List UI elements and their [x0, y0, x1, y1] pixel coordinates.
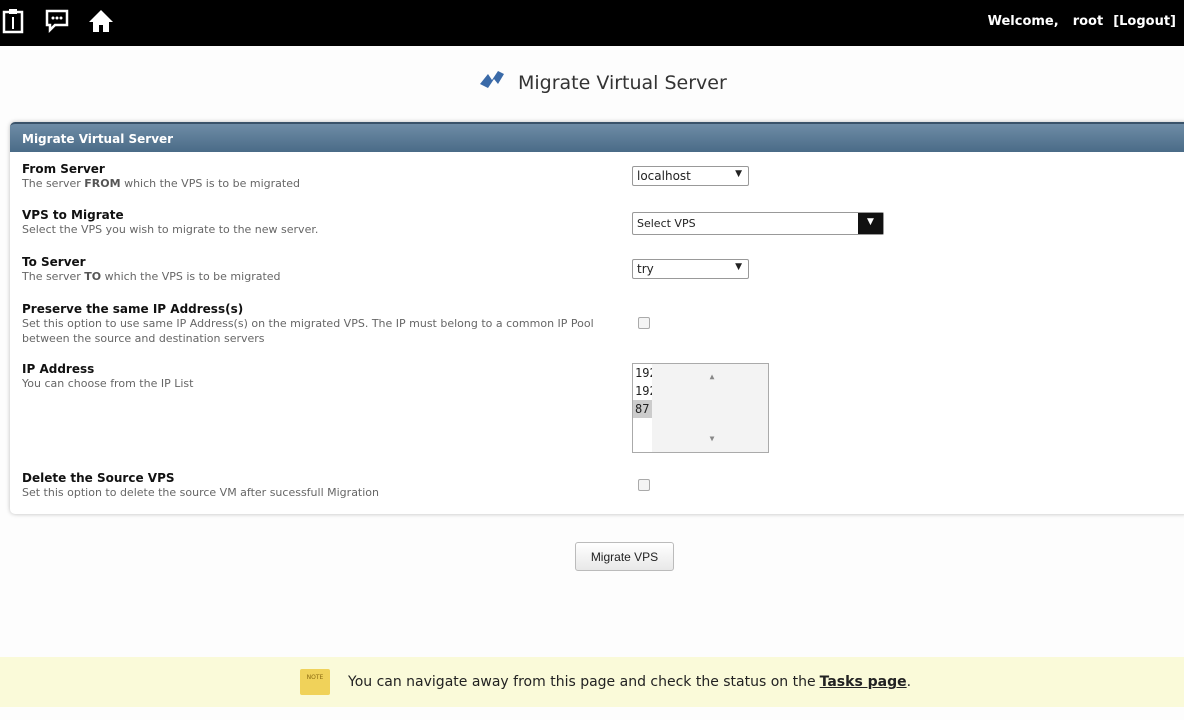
to-bold: TO — [84, 270, 102, 283]
scrollbar[interactable]: ▲ ▼ — [652, 364, 768, 452]
from-bold: FROM — [84, 177, 121, 190]
username: root — [1072, 14, 1104, 29]
ip-address-list[interactable]: 192.99.176.236 192.99.176.238 87.98.249.… — [632, 363, 769, 453]
preserve-ip-checkbox[interactable] — [638, 317, 650, 329]
to-server-select[interactable]: try ▼ — [632, 259, 749, 279]
vps-select[interactable]: Select VPS ▼ — [632, 212, 884, 235]
top-bar: Welcome, root [Logout] — [0, 0, 1184, 46]
from-desc: The server — [22, 177, 85, 190]
dropdown-arrow-icon: ▼ — [858, 213, 883, 234]
delete-source-desc: Set this option to delete the source VM … — [22, 486, 380, 499]
migrate-vps-button[interactable]: Migrate VPS — [575, 542, 674, 571]
note-text: You can navigate away from this page and… — [348, 674, 816, 690]
migrate-panel: Migrate Virtual Server From Server The se… — [10, 122, 1184, 514]
chat-icon[interactable] — [44, 8, 70, 38]
vps-value: Select VPS — [637, 217, 696, 230]
page-title: Migrate Virtual Server — [518, 71, 727, 94]
from-desc-post: which the VPS is to be migrated — [120, 177, 300, 190]
preserve-ip-label: Preserve the same IP Address(s) — [22, 302, 244, 316]
from-server-value: localhost — [637, 169, 691, 183]
to-server-label: To Server — [22, 255, 86, 269]
logout-link[interactable]: [Logout] — [1113, 14, 1176, 29]
panel-header: Migrate Virtual Server — [10, 122, 1184, 152]
from-server-label: From Server — [22, 162, 105, 176]
tasks-page-link[interactable]: Tasks page — [820, 674, 907, 690]
to-desc-post: which the VPS is to be migrated — [101, 270, 281, 283]
migrate-icon — [478, 68, 508, 97]
delete-source-label: Delete the Source VPS — [22, 471, 175, 485]
vps-desc: Select the VPS you wish to migrate to th… — [22, 223, 319, 236]
clipboard-icon[interactable] — [2, 8, 24, 38]
ip-label: IP Address — [22, 362, 95, 376]
delete-source-checkbox[interactable] — [638, 479, 650, 491]
note-end: . — [906, 674, 912, 690]
dropdown-arrow-icon: ▼ — [735, 262, 742, 272]
home-icon[interactable] — [88, 8, 114, 38]
dropdown-arrow-icon: ▼ — [735, 169, 742, 179]
note-icon: NOTE — [300, 669, 330, 695]
preserve-ip-desc: Set this option to use same IP Address(s… — [22, 317, 594, 345]
from-server-select[interactable]: localhost ▼ — [632, 166, 749, 186]
ip-desc: You can choose from the IP List — [22, 377, 194, 390]
note-bar: NOTE You can navigate away from this pag… — [0, 657, 1184, 707]
to-desc: The server — [22, 270, 85, 283]
to-server-value: try — [637, 262, 654, 276]
welcome-text: Welcome, — [987, 14, 1059, 29]
vps-label: VPS to Migrate — [22, 208, 124, 222]
